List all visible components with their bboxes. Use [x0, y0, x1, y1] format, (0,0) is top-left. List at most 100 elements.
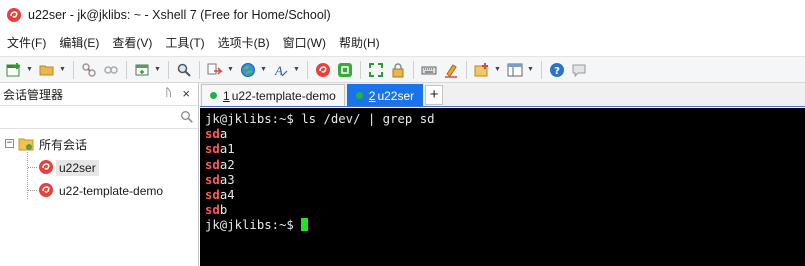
tree-root-all-sessions[interactable]: − 所有会话 — [0, 133, 198, 156]
tree-session-u22ser[interactable]: u22ser — [0, 156, 198, 179]
add-tab-button[interactable]: + — [425, 85, 444, 105]
terminal-output-text: b — [219, 203, 228, 218]
grep-match: sd — [205, 142, 220, 157]
globe-icon[interactable] — [237, 59, 259, 81]
tab-u22ser[interactable]: 2 u22ser — [346, 84, 424, 106]
menu-tabs[interactable]: 选项卡(B) — [213, 30, 275, 56]
all-sessions-label: 所有会话 — [39, 138, 88, 152]
new-session-icon[interactable] — [3, 59, 25, 81]
grep-match: sd — [205, 157, 220, 172]
terminal-output-line: sdb — [205, 203, 800, 218]
session-tree: − 所有会话 u22ser u22-template-demo — [0, 129, 198, 202]
tab-u22-template-demo[interactable]: 1 u22-template-demo — [201, 84, 345, 106]
search-icon[interactable] — [180, 110, 194, 124]
reconnect-icon[interactable] — [78, 59, 100, 81]
session-label-u22ser: u22ser — [56, 159, 99, 176]
terminal-prompt: jk@jklibs:~$ — [205, 112, 294, 126]
new-window-icon[interactable] — [131, 59, 153, 81]
connected-status-icon — [210, 92, 217, 99]
tree-connector — [28, 167, 37, 168]
terminal-current-line: jk@jklibs:~$ — [205, 218, 800, 233]
menu-window[interactable]: 窗口(W) — [278, 30, 331, 56]
grep-match: sd — [205, 203, 220, 218]
grep-match: sd — [205, 172, 220, 187]
open-folder-icon[interactable] — [36, 59, 58, 81]
lock-icon[interactable] — [387, 59, 409, 81]
close-icon[interactable]: × — [182, 86, 190, 101]
menu-tools[interactable]: 工具(T) — [160, 30, 209, 56]
terminal-output-text: a3 — [219, 172, 235, 187]
terminal-area[interactable]: jk@jklibs:~$ ls /dev/ | grep sd sda sda1… — [200, 108, 805, 266]
terminal-output-line: sda2 — [205, 158, 800, 173]
xshell-swirl-icon — [7, 8, 21, 22]
font-dropdown-icon[interactable]: ▼ — [292, 59, 301, 81]
xshell-icon[interactable] — [312, 59, 334, 81]
tree-session-u22-template-demo[interactable]: u22-template-demo — [0, 179, 198, 202]
find-icon[interactable] — [173, 59, 195, 81]
toolbar-separator — [199, 60, 200, 79]
keyboard-icon[interactable] — [418, 59, 440, 81]
toolbar-separator — [413, 60, 414, 79]
terminal-output-text: a2 — [219, 157, 235, 172]
xshell-session-icon — [39, 183, 53, 197]
grep-match: sd — [205, 187, 220, 202]
menu-file[interactable]: 文件(F) — [2, 30, 51, 56]
toolbar-separator — [541, 60, 542, 79]
terminal-command-line: jk@jklibs:~$ ls /dev/ | grep sd — [205, 112, 800, 127]
toolbar: ▼ ▼ ▼ ▼ ▼ A ▼ ▼ ▼ ? — [0, 56, 805, 83]
svg-text:?: ? — [554, 66, 560, 77]
terminal-output-line: sda3 — [205, 173, 800, 188]
terminal-prompt: jk@jklibs:~$ — [205, 218, 302, 233]
tree-connector — [28, 190, 37, 191]
tab-index: 1 — [223, 88, 230, 103]
toolbar-separator — [168, 60, 169, 79]
help-icon[interactable]: ? — [546, 59, 568, 81]
terminal-output-text: a — [219, 127, 228, 142]
menu-bar: 文件(F) 编辑(E) 查看(V) 工具(T) 选项卡(B) 窗口(W) 帮助(… — [0, 30, 805, 56]
menu-help[interactable]: 帮助(H) — [334, 30, 385, 56]
terminal-output-text: a4 — [219, 187, 235, 202]
svg-text:A: A — [274, 63, 283, 78]
window-title: u22ser - jk@jklibs: ~ - Xshell 7 (Free f… — [28, 8, 331, 22]
open-dropdown-icon[interactable]: ▼ — [58, 59, 67, 81]
grep-match: sd — [205, 127, 220, 142]
title-bar: u22ser - jk@jklibs: ~ - Xshell 7 (Free f… — [0, 0, 805, 30]
chat-icon[interactable] — [568, 59, 590, 81]
transfer-icon[interactable] — [204, 59, 226, 81]
font-icon[interactable]: A — [270, 59, 292, 81]
toolbar-separator — [73, 60, 74, 79]
toolbar-separator — [360, 60, 361, 79]
compose-dropdown-icon[interactable]: ▼ — [493, 59, 502, 81]
compose-icon[interactable] — [471, 59, 493, 81]
tab-index: 2 — [368, 88, 376, 103]
session-manager-title: 会话管理器 — [3, 87, 64, 102]
new-window-dropdown-icon[interactable]: ▼ — [153, 59, 162, 81]
pin-icon[interactable]: ᚢ — [165, 87, 172, 99]
transfer-dropdown-icon[interactable]: ▼ — [226, 59, 235, 81]
menu-edit[interactable]: 编辑(E) — [54, 30, 104, 56]
menu-view[interactable]: 查看(V) — [107, 30, 157, 56]
terminal-output-text: a1 — [219, 142, 235, 157]
globe-dropdown-icon[interactable]: ▼ — [259, 59, 268, 81]
xshell-session-icon — [39, 160, 53, 174]
terminal-cursor — [301, 218, 309, 232]
connected-status-icon — [355, 92, 363, 99]
disconnect-icon[interactable] — [100, 59, 122, 81]
highlight-icon[interactable] — [440, 59, 462, 81]
layout-dropdown-icon[interactable]: ▼ — [526, 59, 535, 81]
xftp-icon[interactable] — [334, 59, 356, 81]
terminal-command: ls /dev/ | grep sd — [293, 112, 435, 126]
terminal-output-line: sda — [205, 127, 800, 142]
layout-icon[interactable] — [504, 59, 526, 81]
terminal-output-line: sda1 — [205, 142, 800, 157]
session-label-u22-template-demo: u22-template-demo — [59, 183, 164, 198]
terminal-output-line: sda4 — [205, 188, 800, 203]
toolbar-separator — [126, 60, 127, 79]
session-search-input[interactable] — [0, 106, 198, 128]
toolbar-separator — [466, 60, 467, 79]
collapse-toggle-icon[interactable]: − — [5, 139, 14, 148]
fullscreen-icon[interactable] — [365, 59, 387, 81]
tab-label: u22-template-demo — [231, 88, 336, 103]
session-manager-header: 会话管理器 ᚢ × — [0, 83, 198, 106]
new-session-dropdown-icon[interactable]: ▼ — [25, 59, 34, 81]
